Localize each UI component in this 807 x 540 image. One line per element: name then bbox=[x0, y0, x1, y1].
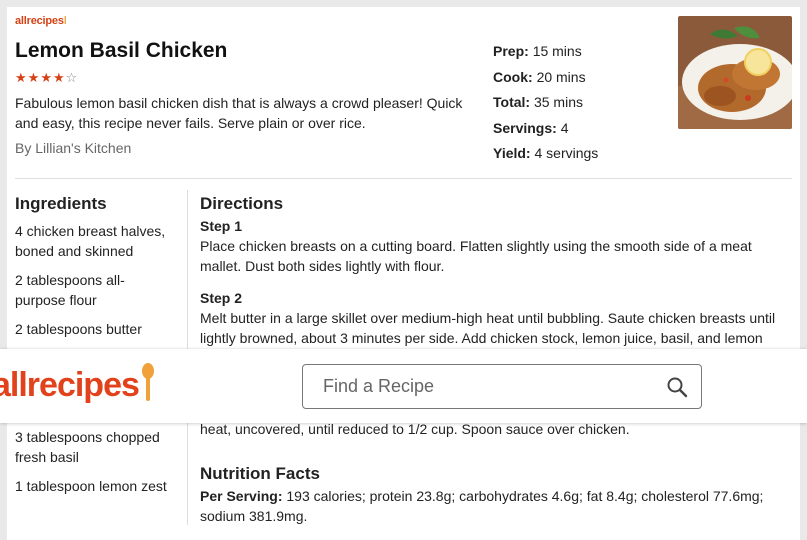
brand-logo[interactable]: allrecipes bbox=[0, 363, 155, 405]
ingredients-heading: Ingredients bbox=[15, 194, 107, 213]
step-2-text: Melt butter in a large skillet over medi… bbox=[200, 310, 776, 346]
ingredient-item[interactable]: 3 tablespoons chopped fresh basil bbox=[15, 427, 175, 467]
recipe-title: Lemon Basil Chicken bbox=[15, 39, 228, 62]
star-icon[interactable]: ★ bbox=[53, 70, 66, 85]
spoon-icon: ǀ bbox=[63, 15, 67, 27]
recipe-photo bbox=[678, 16, 792, 129]
recipe-card: allrecipesǀ Lemon Basil Chicken ★★★★☆ Fa… bbox=[7, 7, 800, 540]
step-1-label: Step 1 bbox=[200, 218, 243, 234]
directions-heading: Directions bbox=[200, 194, 284, 213]
search-header-bar: allrecipes bbox=[0, 349, 807, 423]
brand-logo-text: allrecipes bbox=[0, 366, 140, 404]
nutrition-text: Per Serving: 193 calories; protein 23.8g… bbox=[200, 486, 790, 526]
recipe-author[interactable]: By Lillian's Kitchen bbox=[15, 140, 131, 156]
recipe-description: Fabulous lemon basil chicken dish that i… bbox=[15, 95, 463, 131]
meta-cook: Cook: 20 mins bbox=[493, 68, 586, 85]
search-input[interactable] bbox=[303, 365, 653, 408]
brand-logo-small[interactable]: allrecipesǀ bbox=[15, 15, 67, 27]
nutrition-heading: Nutrition Facts bbox=[200, 464, 320, 483]
ingredient-item[interactable]: 2 tablespoons all-purpose flour bbox=[15, 270, 175, 310]
spoon-icon bbox=[141, 363, 154, 401]
star-icon[interactable]: ★ bbox=[15, 70, 28, 85]
ingredients-list-top: 4 chicken breast halves, boned and skinn… bbox=[15, 221, 175, 348]
star-icon[interactable]: ☆ bbox=[66, 70, 79, 85]
search-icon[interactable] bbox=[653, 376, 701, 398]
search-box[interactable] bbox=[302, 364, 702, 409]
meta-total: Total: 35 mins bbox=[493, 94, 583, 111]
ingredient-item[interactable]: 2 tablespoons butter bbox=[15, 319, 175, 339]
ingredients-list-bottom: 3 tablespoons chopped fresh basil 1 tabl… bbox=[15, 427, 175, 505]
nutrition-values: 193 calories; protein 23.8g; carbohydrat… bbox=[200, 488, 764, 524]
ingredient-item[interactable]: 4 chicken breast halves, boned and skinn… bbox=[15, 221, 175, 261]
step-1-text: Place chicken breasts on a cutting board… bbox=[200, 238, 752, 274]
star-icon[interactable]: ★ bbox=[40, 70, 53, 85]
rating-stars[interactable]: ★★★★☆ bbox=[15, 70, 78, 86]
section-divider bbox=[15, 178, 792, 179]
step-2-label: Step 2 bbox=[200, 290, 243, 306]
meta-yield: Yield: 4 servings bbox=[493, 145, 599, 162]
meta-prep: Prep: 15 mins bbox=[493, 43, 582, 59]
star-icon[interactable]: ★ bbox=[28, 70, 41, 85]
nutrition-label: Per Serving: bbox=[200, 488, 283, 504]
meta-servings: Servings: 4 bbox=[493, 119, 569, 136]
ingredient-item[interactable]: 1 tablespoon lemon zest bbox=[15, 476, 175, 496]
recipe-meta: Prep: 15 mins Cook: 20 mins Total: 35 mi… bbox=[493, 39, 598, 167]
brand-logo-text: allrecipes bbox=[15, 15, 64, 27]
